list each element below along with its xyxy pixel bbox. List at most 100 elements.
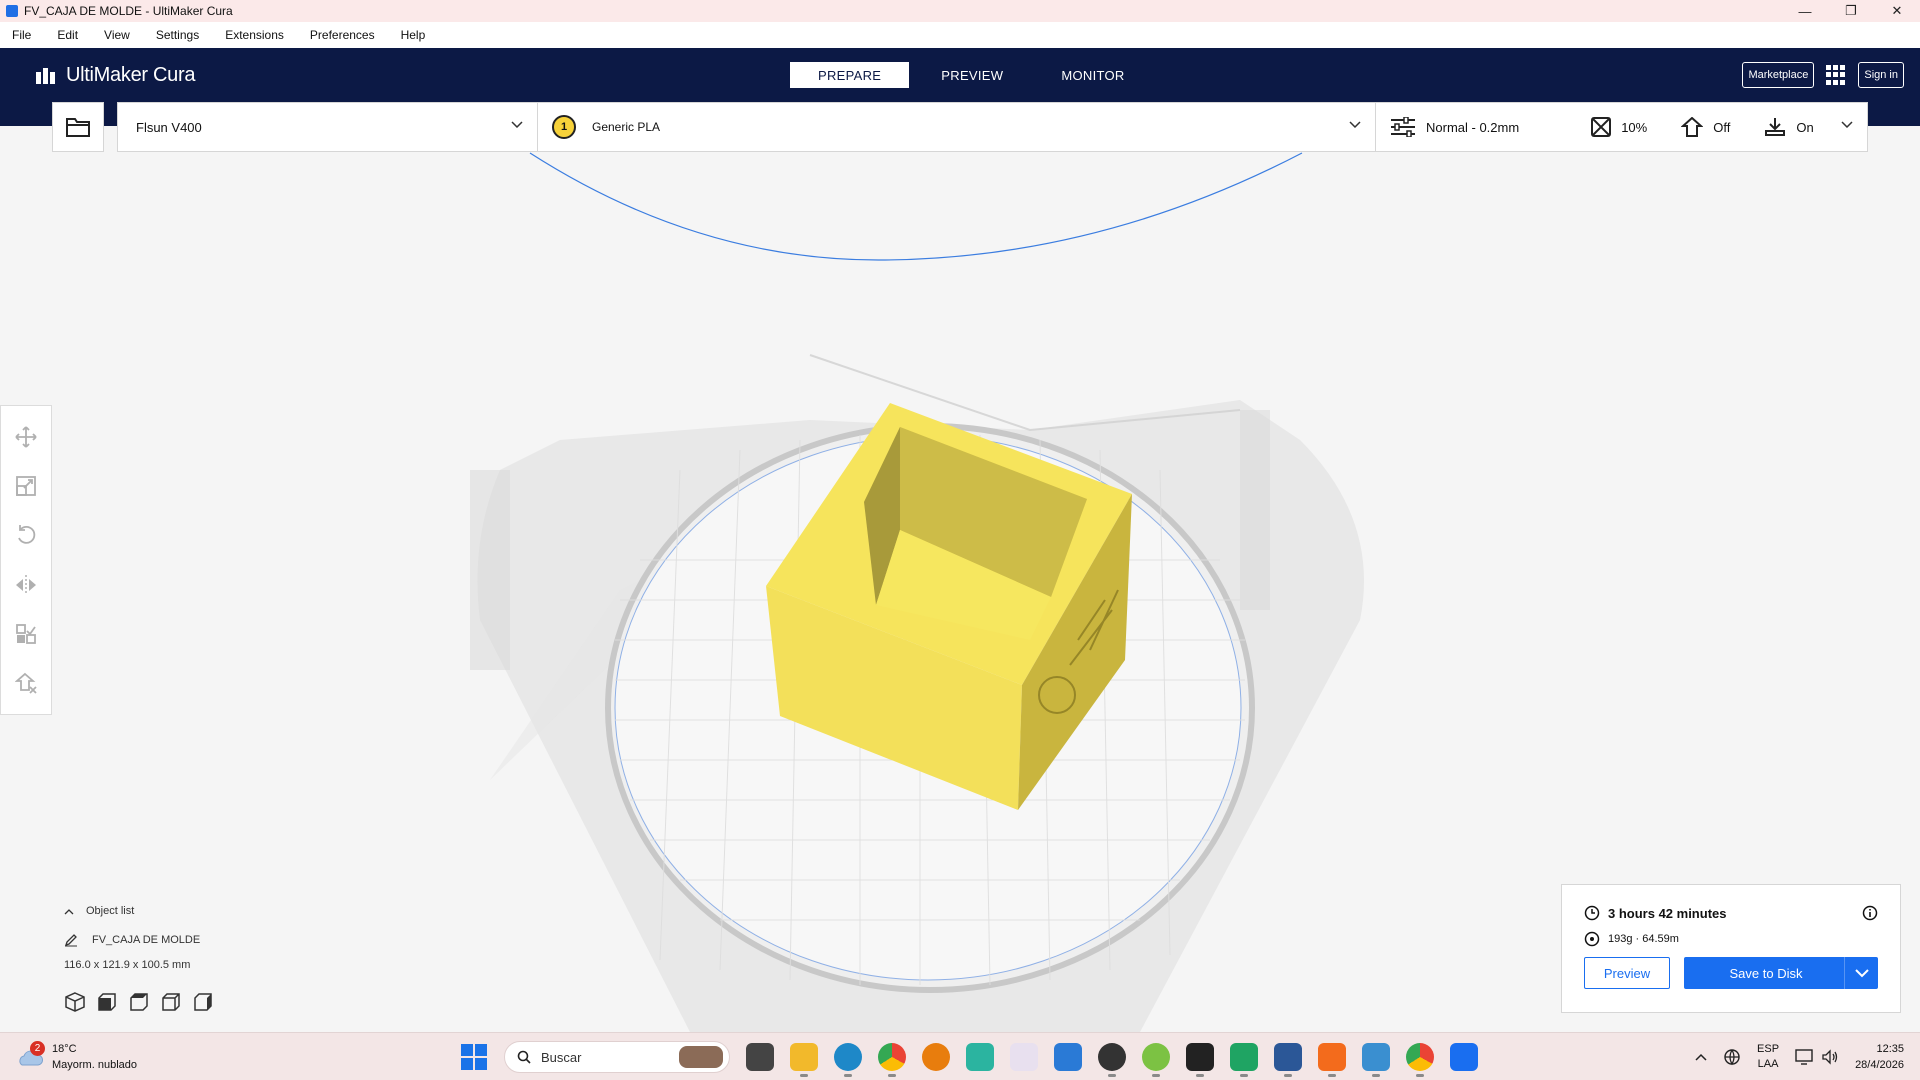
windows-taskbar: 2 18°C Mayorm. nublado Buscar ESP LAA 12… [0, 1032, 1920, 1080]
weather-widget[interactable]: 2 18°C Mayorm. nublado [16, 1041, 137, 1073]
fusion-app[interactable] [1318, 1043, 1346, 1077]
gimp-app[interactable] [1142, 1043, 1170, 1077]
build-volume-top-edge [529, 152, 1303, 261]
object-file-name: FV_CAJA DE MOLDE [92, 934, 201, 946]
sheets-app[interactable] [1230, 1043, 1258, 1077]
spool-icon [1584, 931, 1600, 947]
system-tray: ESP LAA 12:35 28/4/2026 [1695, 1041, 1904, 1073]
start-button[interactable] [460, 1043, 488, 1071]
search-highlight-image [679, 1046, 723, 1068]
print-summary-panel: 3 hours 42 minutes 193g · 64.59m Preview… [1561, 884, 1901, 1013]
keyboard-layout: LAA [1757, 1058, 1779, 1070]
snipping-tool-app[interactable] [1010, 1043, 1038, 1071]
printer-app[interactable] [1186, 1043, 1214, 1077]
volume-icon[interactable] [1821, 1049, 1839, 1065]
chevron-up-icon [64, 908, 74, 914]
c-app[interactable] [966, 1043, 994, 1071]
object-dimensions: 116.0 x 121.9 x 100.5 mm [64, 959, 191, 971]
task-view-app[interactable] [746, 1043, 774, 1071]
window-title-bar: FV_CAJA DE MOLDE - UltiMaker Cura — ❐ ✕ [0, 0, 1920, 22]
maximize-button[interactable]: ❐ [1828, 0, 1874, 22]
per-model-settings-tool[interactable] [6, 615, 46, 652]
save-to-disk-button[interactable]: Save to Disk [1684, 957, 1878, 989]
scale-tool[interactable] [6, 467, 46, 504]
clock-icon [1584, 905, 1600, 921]
minimize-button[interactable]: — [1782, 0, 1828, 22]
rotate-icon [18, 525, 36, 545]
tab-prepare[interactable]: PREPARE [790, 62, 910, 88]
temperature: 18°C [52, 1043, 77, 1055]
clock-date: 28/4/2026 [1855, 1059, 1904, 1071]
menu-settings[interactable]: Settings [156, 28, 199, 42]
network-globe-icon[interactable] [1723, 1048, 1741, 1066]
menu-view[interactable]: View [104, 28, 130, 42]
cura-app[interactable] [1450, 1043, 1478, 1071]
preview-button[interactable]: Preview [1584, 957, 1670, 989]
rotate-tool[interactable] [6, 517, 46, 554]
monitor-icon[interactable] [1795, 1049, 1813, 1065]
marketplace-button[interactable]: Marketplace [1742, 62, 1815, 88]
chrome-profile-app[interactable] [1406, 1043, 1434, 1077]
chevron-down-icon [1854, 968, 1869, 977]
chrome-app[interactable] [878, 1043, 906, 1077]
move-tool[interactable] [6, 418, 46, 455]
tool-panel [0, 405, 52, 715]
tab-preview[interactable]: PREVIEW [915, 62, 1029, 88]
cube-front-icon [98, 993, 116, 1011]
view-right-button[interactable] [192, 991, 214, 1016]
info-icon[interactable] [1862, 905, 1878, 921]
view-left-button[interactable] [160, 991, 182, 1016]
apps-grid-icon[interactable] [1826, 65, 1846, 85]
close-button[interactable]: ✕ [1874, 0, 1920, 22]
photos-app[interactable] [1362, 1043, 1390, 1077]
clock[interactable]: 12:35 28/4/2026 [1855, 1041, 1904, 1073]
edge-app[interactable] [834, 1043, 862, 1077]
weather-condition: Mayorm. nublado [52, 1059, 137, 1071]
word-app[interactable] [1274, 1043, 1302, 1077]
app-name: UltiMaker Cura [66, 64, 196, 86]
stage-tabs: PREPARE PREVIEW MONITOR [790, 62, 1157, 88]
menu-help[interactable]: Help [401, 28, 426, 42]
move-icon [15, 426, 37, 448]
sign-in-button[interactable]: Sign in [1858, 62, 1904, 88]
taskbar-search[interactable]: Buscar [504, 1041, 730, 1073]
mirror-tool[interactable] [6, 566, 46, 603]
menu-preferences[interactable]: Preferences [310, 28, 375, 42]
view-3d-button[interactable] [64, 991, 86, 1016]
camera-view-buttons [64, 991, 284, 1016]
cube-top-icon [130, 993, 148, 1011]
search-placeholder: Buscar [541, 1049, 582, 1065]
object-list-item[interactable]: FV_CAJA DE MOLDE [64, 933, 284, 947]
mirror-icon [16, 574, 36, 595]
tab-monitor[interactable]: MONITOR [1035, 62, 1150, 88]
language-code: ESP [1757, 1043, 1780, 1055]
vscode-app[interactable] [1054, 1043, 1082, 1071]
print-time: 3 hours 42 minutes [1608, 905, 1727, 921]
menu-bar: File Edit View Settings Extensions Prefe… [0, 22, 1920, 48]
file-explorer-app[interactable] [790, 1043, 818, 1077]
menu-file[interactable]: File [12, 28, 31, 42]
input-language[interactable]: ESP LAA [1757, 1042, 1779, 1072]
cura-app-icon [6, 5, 18, 17]
menu-extensions[interactable]: Extensions [225, 28, 284, 42]
app-logo: UltiMaker Cura [36, 64, 195, 87]
ultimaker-logo-icon [36, 67, 55, 84]
search-icon [517, 1050, 531, 1064]
object-list-toggle[interactable]: Object list [64, 905, 284, 917]
inkscape-app[interactable] [1098, 1043, 1126, 1077]
window-title: FV_CAJA DE MOLDE - UltiMaker Cura [24, 4, 233, 18]
menu-edit[interactable]: Edit [57, 28, 78, 42]
per-model-settings-icon [16, 624, 36, 644]
cube-3d-icon [65, 992, 85, 1012]
cube-right-icon [194, 993, 212, 1011]
chevron-up-icon[interactable] [1695, 1053, 1707, 1061]
cube-left-icon [162, 993, 180, 1011]
view-top-button[interactable] [128, 991, 150, 1016]
support-blocker-tool[interactable] [6, 665, 46, 702]
clock-time: 12:35 [1876, 1043, 1904, 1055]
blender-app[interactable] [922, 1043, 950, 1071]
support-blocker-icon [15, 673, 37, 694]
object-list-label: Object list [86, 905, 135, 917]
output-options-dropdown[interactable] [1844, 957, 1878, 989]
view-front-button[interactable] [96, 991, 118, 1016]
